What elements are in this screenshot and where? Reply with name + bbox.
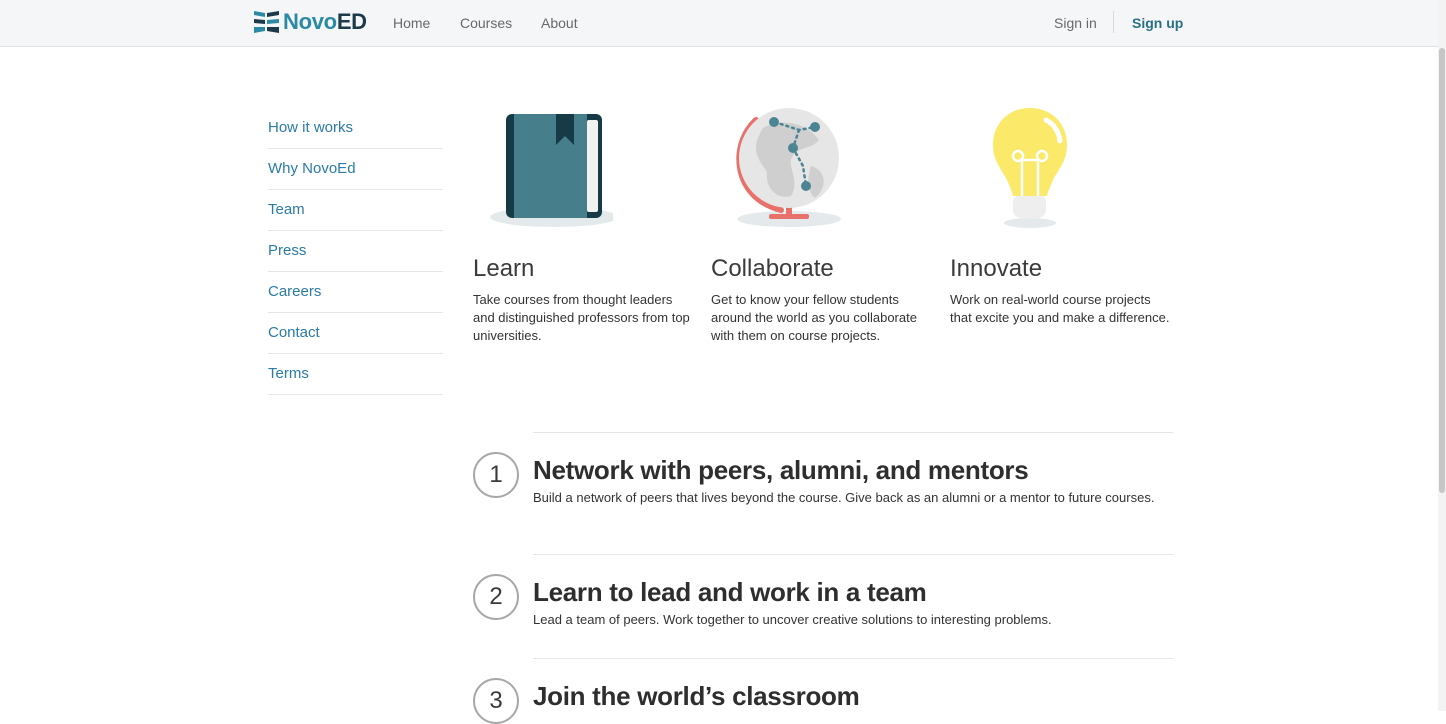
feature-title: Learn [473,255,535,282]
feature-title: Innovate [950,255,1043,282]
sidebar-link-how-it-works[interactable]: How it works [268,108,443,136]
feature-title: Collaborate [711,255,834,282]
step-divider [533,432,1173,433]
sidebar-link-contact[interactable]: Contact [268,313,443,341]
sidebar-item: How it works [268,108,443,149]
sidebar-link-why-novoed[interactable]: Why NovoEd [268,149,443,177]
feature-collaborate: Collaborate Get to know your fellow stud… [711,100,931,343]
sidebar-link-team[interactable]: Team [268,190,443,218]
globe-icon [736,108,841,227]
step-title: Learn to lead and work in a team [533,577,927,607]
nav-home[interactable]: Home [393,15,430,31]
step-title: Join the world’s classroom [533,681,860,711]
step-description: Lead a team of peers. Work together to u… [533,612,1052,627]
feature-text: Work on real-world course projects that … [950,292,1170,325]
feature-text: Take courses from thought leaders and di… [473,292,690,343]
step-number-badge: 2 [473,574,519,620]
sidebar-item: Press [268,231,443,272]
feature-innovate: Innovate Work on real-world course proje… [950,100,1170,325]
step-description: Build a network of peers that lives beyo… [533,490,1155,505]
step-number-badge: 1 [473,452,519,498]
step-divider [533,658,1173,659]
sidebar-link-press[interactable]: Press [268,231,443,259]
feature-learn: Learn Take courses from thought leaders … [473,100,693,343]
sign-in-link[interactable]: Sign in [1054,15,1097,31]
sign-up-link[interactable]: Sign up [1132,15,1183,31]
sidebar-item: Careers [268,272,443,313]
sidebar-item: Team [268,190,443,231]
step-divider [533,554,1173,555]
scrollbar-thumb[interactable] [1439,48,1445,493]
step-title: Network with peers, alumni, and mentors [533,455,1029,485]
nav-about[interactable]: About [541,15,578,31]
logo-novo-text: Novo [283,9,337,34]
novoed-logo[interactable]: NovoED [254,9,367,35]
nav-courses[interactable]: Courses [460,15,512,31]
sidebar-item: Terms [268,354,443,395]
feature-text: Get to know your fellow students around … [711,292,917,343]
logo-ed-text: ED [336,9,367,34]
sidebar-item: Why NovoEd [268,149,443,190]
step-number-badge: 3 [473,678,519,724]
sidebar-link-terms[interactable]: Terms [268,354,443,382]
novoed-logo-icon [254,11,279,33]
sidebar-nav: How it works Why NovoEd Team Press Caree… [268,108,443,395]
logo-wordmark: NovoED [283,9,367,35]
sidebar-item: Contact [268,313,443,354]
top-navbar: NovoED Home Courses About Sign in Sign u… [0,0,1438,47]
book-icon [490,114,618,227]
sidebar-link-careers[interactable]: Careers [268,272,443,300]
lightbulb-icon [993,108,1067,228]
nav-divider [1113,11,1114,33]
